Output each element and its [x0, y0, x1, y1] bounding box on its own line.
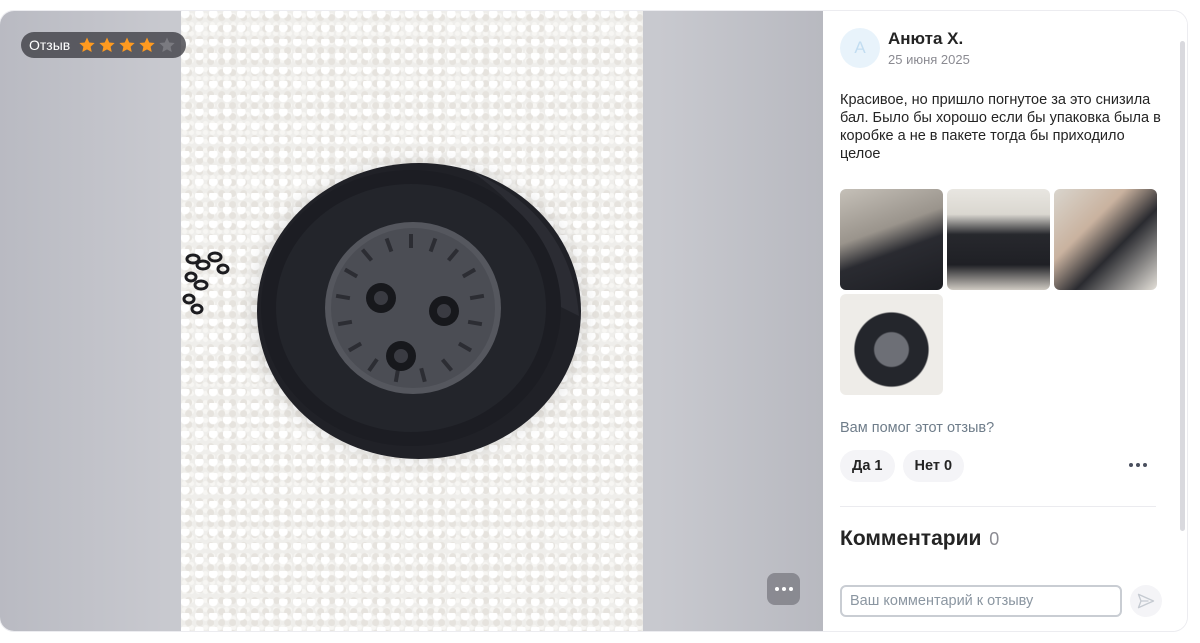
panel-scrollbar[interactable] [1180, 41, 1185, 531]
star-empty-icon [159, 37, 175, 53]
vote-no-button[interactable]: Нет 0 [902, 450, 965, 482]
review-menu-button[interactable] [1129, 459, 1153, 471]
photo-more-button[interactable] [767, 573, 800, 605]
review-date: 25 июня 2025 [888, 52, 970, 67]
review-thumbnail[interactable] [840, 189, 943, 290]
comments-heading: Комментарии 0 [840, 527, 999, 551]
star-filled-icon [139, 37, 155, 53]
send-icon [1137, 593, 1155, 609]
review-thumbnail[interactable] [840, 294, 943, 395]
comments-count: 0 [989, 529, 1000, 549]
badge-label: Отзыв [29, 37, 71, 53]
photo-viewer: Отзыв [0, 11, 823, 631]
rating-stars [78, 36, 176, 54]
comments-title: Комментарии [840, 527, 982, 550]
review-thumbnail[interactable] [947, 189, 1050, 290]
divider [840, 506, 1156, 507]
comment-input[interactable] [840, 585, 1122, 617]
review-text: Красивое, но пришло погнутое за это сниз… [840, 92, 1161, 162]
review-thumbnail[interactable] [1054, 189, 1157, 290]
chain-image [182, 251, 230, 315]
send-button[interactable] [1130, 585, 1162, 617]
review-thumbnails [840, 189, 1160, 395]
review-rating-badge: Отзыв [21, 32, 187, 58]
vote-yes-button[interactable]: Да 1 [840, 450, 895, 482]
pot-image [257, 163, 581, 459]
star-filled-icon [79, 37, 95, 53]
star-filled-icon [119, 37, 135, 53]
more-dots-icon [1129, 463, 1133, 467]
helpful-question: Вам помог этот отзыв? [840, 420, 995, 436]
more-dots-icon [774, 587, 779, 591]
review-panel: А Анюта Х. 25 июня 2025 Красивое, но при… [823, 11, 1187, 631]
review-author: А Анюта Х. 25 июня 2025 [840, 28, 970, 68]
star-filled-icon [99, 37, 115, 53]
avatar: А [840, 28, 880, 68]
review-photo[interactable] [181, 11, 643, 631]
helpful-votes: Да 1 Нет 0 [840, 450, 965, 482]
review-modal: Отзыв А Анюта Х. 25 июня 2025 Красивое, [0, 11, 1187, 631]
author-name: Анюта Х. [888, 29, 964, 48]
